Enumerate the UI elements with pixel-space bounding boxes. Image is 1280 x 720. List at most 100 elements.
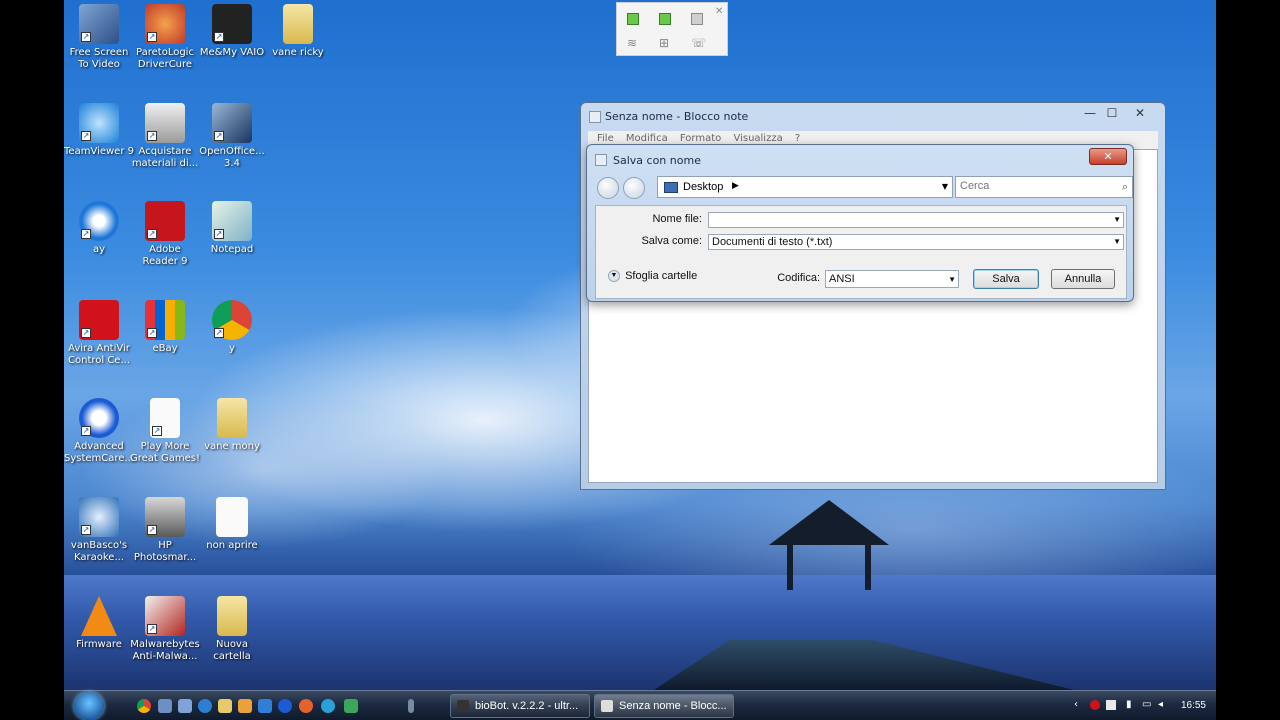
desktop-icon-drivercure[interactable]: ↗ ParetoLogic DriverCure bbox=[130, 4, 200, 71]
menu-file[interactable]: File bbox=[597, 133, 614, 144]
dialog-title: Salva con nome bbox=[613, 154, 701, 167]
vaio-media-icon: ↗ bbox=[212, 4, 252, 44]
task-biobot[interactable]: bioBot. v.2.2.2 - ultr... bbox=[450, 694, 590, 718]
notepad-small-icon bbox=[601, 700, 613, 712]
tray-antivirus-icon[interactable] bbox=[1090, 700, 1100, 710]
tray-expand-icon[interactable]: ‹ bbox=[1074, 699, 1078, 710]
desktop-icon-label: vane ricky bbox=[272, 47, 324, 58]
tray-volume-icon[interactable]: ◂ bbox=[1158, 699, 1163, 710]
close-button[interactable]: ✕ bbox=[1129, 105, 1151, 121]
tray-battery-icon[interactable]: ▭ bbox=[1142, 699, 1151, 710]
desktop-icon-acquistare-materiali[interactable]: ↗ Acquistare materiali di... bbox=[130, 103, 200, 170]
desktop-icon-notepad[interactable]: ↗ Notepad bbox=[197, 201, 267, 256]
network-gadget[interactable]: ✕ ≋ ⊞ ☏ bbox=[616, 2, 728, 56]
desktop-icon-avira[interactable]: ↗ Avira AntiVir Control Ce... bbox=[64, 300, 134, 367]
desktop-icon-label: Me&My VAIO bbox=[199, 47, 265, 58]
desktop-icon-me-my-vaio[interactable]: ↗ Me&My VAIO bbox=[197, 4, 267, 59]
back-button[interactable] bbox=[597, 177, 619, 199]
quicklaunch-app-icon[interactable] bbox=[344, 699, 358, 713]
quicklaunch-media-icon[interactable] bbox=[238, 699, 252, 713]
desktop-icon-nuova-cartella[interactable]: Nuova cartella bbox=[197, 596, 267, 663]
menu-formato[interactable]: Formato bbox=[680, 133, 721, 144]
address-text: Desktop bbox=[683, 181, 724, 193]
desktop: ↗ Free Screen To Video ↗ ParetoLogic Dri… bbox=[64, 0, 1216, 720]
desktop-icon-label: vane mony bbox=[204, 441, 260, 452]
desktop-icon-label: TeamViewer 9 bbox=[64, 146, 134, 157]
signal-grey-icon bbox=[691, 13, 703, 25]
karaoke-icon: ↗ bbox=[79, 497, 119, 537]
filename-dropdown-icon[interactable]: ▼ bbox=[1113, 213, 1121, 227]
save-type-dropdown-icon[interactable]: ▼ bbox=[1113, 235, 1121, 249]
tray-app-icon[interactable] bbox=[1106, 700, 1116, 710]
breadcrumb-arrow-icon[interactable]: ▶ bbox=[732, 181, 739, 191]
search-input[interactable] bbox=[960, 180, 1110, 192]
teamviewer-icon: ↗ bbox=[79, 103, 119, 143]
desktop-icon-advanced-systemcare[interactable]: ↗ Advanced SystemCare... bbox=[64, 398, 134, 465]
desktop-icon-play-more-games[interactable]: ↗ Play More Great Games! bbox=[130, 398, 200, 465]
desktop-icon-malwarebytes[interactable]: ↗ Malwarebytes Anti-Malwa... bbox=[130, 596, 200, 663]
clock[interactable]: 16:55 bbox=[1181, 700, 1206, 711]
desktop-icon-vane-ricky[interactable]: vane ricky bbox=[263, 4, 333, 59]
dialog-icon bbox=[595, 154, 607, 166]
address-bar[interactable]: Desktop ▶ ▼ bbox=[657, 176, 953, 198]
folder-icon bbox=[217, 596, 247, 636]
start-button[interactable] bbox=[74, 692, 104, 720]
encoding-dropdown-icon[interactable]: ▼ bbox=[948, 272, 956, 288]
system-tray: ‹ ▮ ▭ ◂ 16:55 bbox=[1066, 691, 1216, 720]
dialog-body: Nome file: ▼ Salva come: Documenti di te… bbox=[595, 205, 1127, 299]
desktop-icon-teamviewer[interactable]: ↗ TeamViewer 9 bbox=[64, 103, 134, 158]
desktop-icon-free-screen-to-video[interactable]: ↗ Free Screen To Video bbox=[64, 4, 134, 71]
dialog-close-button[interactable]: ✕ bbox=[1089, 148, 1127, 165]
quicklaunch-firefox-icon[interactable] bbox=[299, 699, 313, 713]
quicklaunch-windows-icon[interactable] bbox=[178, 699, 192, 713]
quicklaunch-systemcare-icon[interactable] bbox=[278, 699, 292, 713]
desktop-icon-hp-photosmart[interactable]: ↗ HP Photosmar... bbox=[130, 497, 200, 564]
wallpaper-hut bbox=[769, 500, 889, 590]
quicklaunch-folder-icon[interactable] bbox=[218, 699, 232, 713]
quicklaunch-chrome-icon[interactable] bbox=[137, 699, 151, 713]
desktop-icon-vanbasco-karaoke[interactable]: ↗ vanBasco's Karaoke... bbox=[64, 497, 134, 564]
desktop-icon-label: Acquistare materiali di... bbox=[131, 146, 199, 169]
save-type-label: Salva come: bbox=[641, 235, 702, 247]
cancel-button[interactable]: Annulla bbox=[1051, 269, 1115, 289]
phone-icon: ☏ bbox=[691, 36, 707, 50]
minimize-button[interactable]: — bbox=[1079, 105, 1101, 121]
quicklaunch-ie-icon[interactable] bbox=[198, 699, 212, 713]
quicklaunch-network-icon[interactable] bbox=[321, 699, 335, 713]
save-as-dialog[interactable]: Salva con nome ✕ Desktop ▶ ▼ ⟳ ⌕ Nome fi… bbox=[586, 144, 1134, 302]
desktop-icon-adobe-reader[interactable]: ↗ Adobe Reader 9 bbox=[130, 201, 200, 268]
task-label: Senza nome - Blocc... bbox=[619, 700, 727, 712]
forward-button[interactable] bbox=[623, 177, 645, 199]
filename-label: Nome file: bbox=[652, 213, 702, 225]
menu-help[interactable]: ? bbox=[795, 133, 800, 144]
signal-green-icon bbox=[659, 13, 671, 25]
desktop-icon-firmware[interactable]: Firmware bbox=[64, 596, 134, 651]
desktop-icon-chrome[interactable]: ↗ y bbox=[197, 300, 267, 355]
notepad-icon bbox=[589, 111, 601, 123]
camera-icon: ↗ bbox=[145, 497, 185, 537]
filename-input[interactable]: ▼ bbox=[708, 212, 1124, 228]
task-label: bioBot. v.2.2.2 - ultr... bbox=[475, 700, 579, 712]
encoding-select[interactable]: ANSI ▼ bbox=[825, 270, 959, 288]
browse-folders-toggle[interactable]: ▼ Sfoglia cartelle bbox=[608, 270, 697, 283]
task-notepad[interactable]: Senza nome - Blocc... bbox=[594, 694, 734, 718]
save-type-select[interactable]: Documenti di testo (*.txt) ▼ bbox=[708, 234, 1124, 250]
maximize-button[interactable]: ☐ bbox=[1101, 105, 1123, 121]
search-icon[interactable]: ⌕ bbox=[1122, 180, 1128, 194]
desktop-icon-internet-explorer[interactable]: ↗ ay bbox=[64, 201, 134, 256]
quicklaunch-desktop-icon[interactable] bbox=[158, 699, 172, 713]
printer-icon: ↗ bbox=[145, 103, 185, 143]
menu-modifica[interactable]: Modifica bbox=[626, 133, 668, 144]
desktop-icon-ebay[interactable]: ↗ eBay bbox=[130, 300, 200, 355]
gadget-close-icon[interactable]: ✕ bbox=[715, 7, 725, 17]
quicklaunch-edit-icon[interactable] bbox=[258, 699, 272, 713]
desktop-icon-openoffice[interactable]: ↗ OpenOffice... 3.4 bbox=[197, 103, 267, 170]
address-dropdown-icon[interactable]: ▼ bbox=[942, 182, 948, 191]
save-button[interactable]: Salva bbox=[973, 269, 1039, 289]
desktop-icon-non-aprire[interactable]: non aprire bbox=[197, 497, 267, 552]
search-box[interactable]: ⌕ bbox=[955, 176, 1133, 198]
tray-signal-icon[interactable]: ▮ bbox=[1126, 699, 1132, 710]
desktop-icon-label: Notepad bbox=[210, 244, 254, 255]
menu-visualizza[interactable]: Visualizza bbox=[733, 133, 782, 144]
desktop-icon-vane-mony[interactable]: vane mony bbox=[197, 398, 267, 453]
